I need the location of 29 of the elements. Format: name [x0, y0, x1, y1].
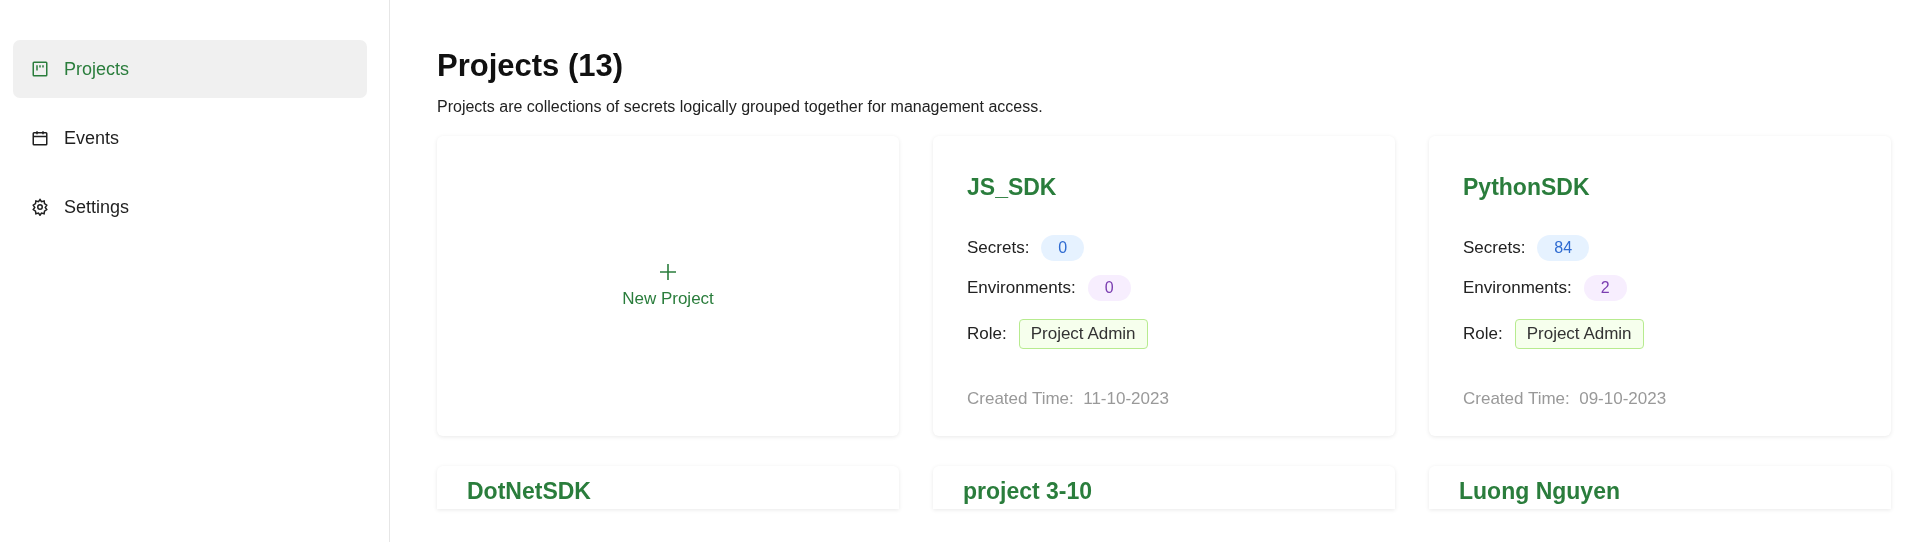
project-name[interactable]: project 3-10	[963, 478, 1093, 504]
environments-count: 0	[1087, 275, 1131, 301]
page-description: Projects are collections of secrets logically grouped together for management access.	[437, 98, 1044, 116]
environments-label: Environments:	[967, 278, 1076, 298]
environments-count: 2	[1583, 275, 1627, 301]
plus-icon	[659, 263, 677, 281]
sidebar-item[interactable]: Events	[13, 109, 367, 167]
environments-label: Environments:	[1463, 278, 1572, 298]
sidebar-item[interactable]: Projects	[13, 40, 367, 98]
calendar-icon	[31, 129, 49, 147]
secrets-count: 84	[1537, 235, 1590, 261]
created-time: Created Time: 11-10-2023	[967, 389, 1169, 409]
secrets-count: 0	[1041, 235, 1085, 261]
project-name[interactable]: DotNetSDK	[467, 478, 591, 504]
role-label: Role:	[1463, 324, 1503, 344]
new-project-card[interactable]: New Project	[437, 136, 899, 436]
project-name[interactable]: Luong Nguyen	[1459, 478, 1620, 504]
created-time: Created Time: 09-10-2023	[1463, 389, 1667, 409]
secrets-label: Secrets:	[1463, 238, 1526, 258]
secrets-label: Secrets:	[967, 238, 1030, 258]
page-title: Projects (13)	[437, 47, 625, 85]
project-name[interactable]: JS_SDK	[967, 174, 1057, 201]
project-name[interactable]: PythonSDK	[1463, 174, 1590, 201]
settings-icon	[31, 198, 49, 216]
role-tag: Project Admin	[1514, 319, 1644, 349]
role-label: Role:	[967, 324, 1007, 344]
role-tag: Project Admin	[1018, 319, 1148, 349]
sidebar-item[interactable]: Settings	[13, 178, 367, 236]
board-icon	[31, 60, 49, 78]
